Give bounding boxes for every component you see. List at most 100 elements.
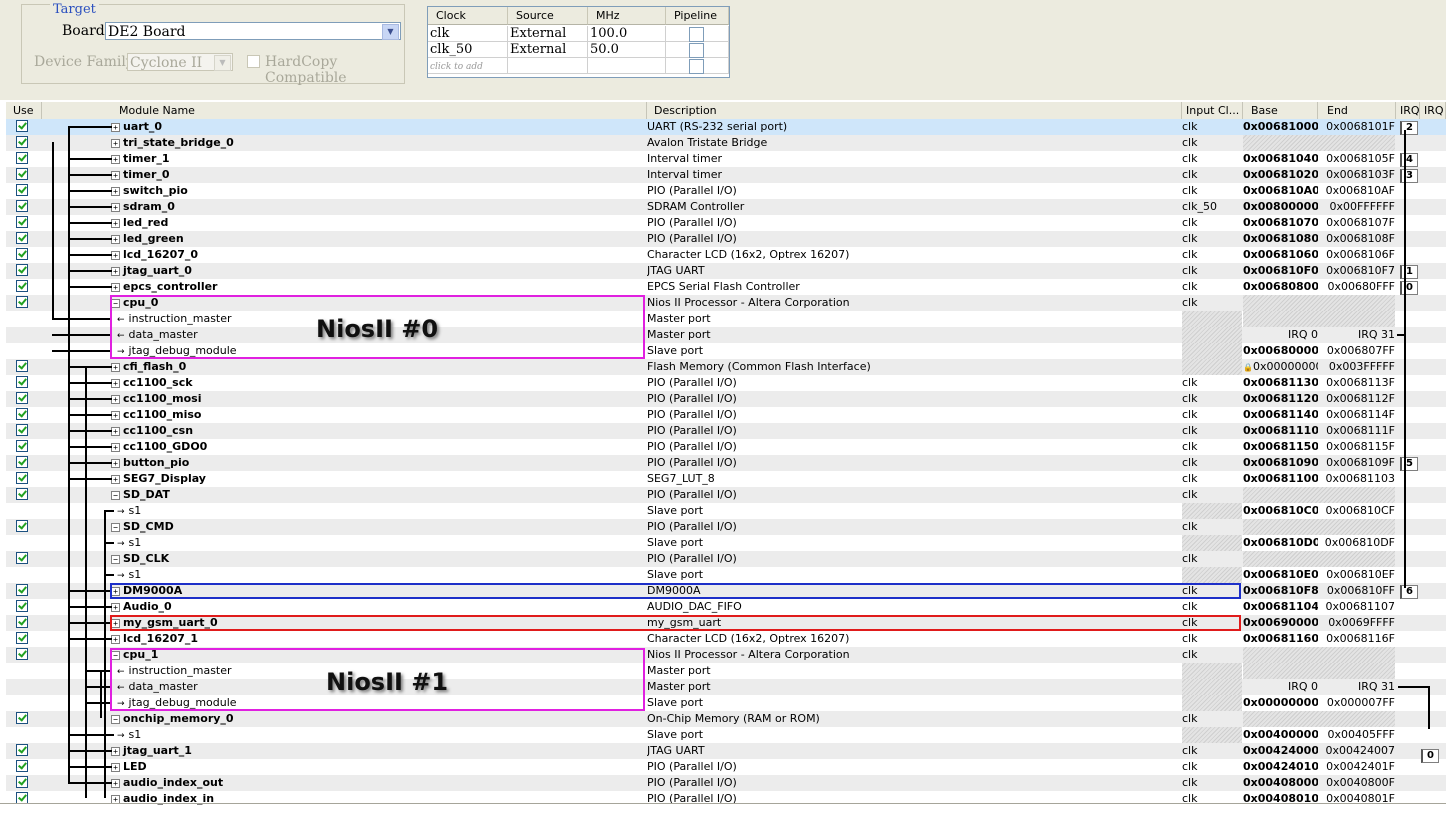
- use-checkbox[interactable]: [16, 392, 28, 404]
- base-address[interactable]: 0x00681120: [1243, 391, 1318, 407]
- input-clock-cell[interactable]: clk: [1182, 711, 1242, 727]
- port-row[interactable]: → s1 Slave port 0x006810C0 0x006810CF: [6, 503, 1446, 519]
- use-checkbox[interactable]: [16, 712, 28, 724]
- expand-icon[interactable]: +: [111, 171, 120, 180]
- irq-cell[interactable]: 3: [1400, 167, 1418, 183]
- use-checkbox[interactable]: [16, 648, 28, 660]
- input-clock-cell[interactable]: clk: [1182, 487, 1242, 503]
- base-address[interactable]: 0x00681040: [1243, 151, 1318, 167]
- use-checkbox[interactable]: [16, 472, 28, 484]
- use-checkbox[interactable]: [16, 184, 28, 196]
- clock-header-clock[interactable]: Clock: [428, 7, 508, 25]
- module-row[interactable]: + lcd_16207_0 Character LCD (16x2, Optrex …: [6, 247, 1446, 263]
- module-row[interactable]: − onchip_memory_0 On-Chip Memory (RAM or R…: [6, 711, 1446, 727]
- pipeline-checkbox[interactable]: [689, 27, 704, 42]
- module-row[interactable]: + led_green PIO (Parallel I/O) clk 0x0068108…: [6, 231, 1446, 247]
- input-clock-cell[interactable]: clk: [1182, 263, 1242, 279]
- use-checkbox[interactable]: [16, 120, 28, 132]
- header-input-clock[interactable]: Input Cl...: [1182, 102, 1243, 119]
- clock-header-mhz[interactable]: MHz: [588, 7, 666, 25]
- collapse-icon[interactable]: −: [111, 523, 120, 532]
- expand-icon[interactable]: +: [111, 379, 120, 388]
- module-row[interactable]: + SEG7_Display SEG7_LUT_8 clk 0x00681100 0x00…: [6, 471, 1446, 487]
- input-clock-cell[interactable]: clk: [1182, 423, 1242, 439]
- header-description[interactable]: Description: [647, 102, 1182, 119]
- input-clock-cell[interactable]: clk: [1182, 759, 1242, 775]
- module-row[interactable]: + led_red PIO (Parallel I/O) clk 0x00681070 0…: [6, 215, 1446, 231]
- use-checkbox[interactable]: [16, 584, 28, 596]
- use-checkbox[interactable]: [16, 440, 28, 452]
- base-address[interactable]: 0x00681000: [1243, 119, 1318, 135]
- use-checkbox[interactable]: [16, 408, 28, 420]
- expand-icon[interactable]: +: [111, 219, 120, 228]
- module-row[interactable]: + button_pio PIO (Parallel I/O) clk 0x006810…: [6, 455, 1446, 471]
- base-address[interactable]: 0x006810E0: [1243, 567, 1318, 583]
- module-row[interactable]: + cc1100_csn PIO (Parallel I/O) clk 0x006811…: [6, 423, 1446, 439]
- module-row[interactable]: + timer_0 Interval timer clk 0x00681020 0x006…: [6, 167, 1446, 183]
- base-address[interactable]: 0x00408010: [1243, 791, 1318, 807]
- base-address[interactable]: IRQ 0: [1243, 679, 1318, 695]
- base-address[interactable]: 0x00424000: [1243, 743, 1318, 759]
- use-checkbox[interactable]: [16, 168, 28, 180]
- base-address[interactable]: 0x00400000: [1243, 727, 1318, 743]
- clock-source-cell[interactable]: External: [508, 26, 588, 42]
- module-row[interactable]: + cc1100_GDO0 PIO (Parallel I/O) clk 0x00681…: [6, 439, 1446, 455]
- input-clock-cell[interactable]: clk: [1182, 279, 1242, 295]
- header-end[interactable]: End: [1318, 102, 1396, 119]
- module-row[interactable]: + timer_1 Interval timer clk 0x00681040 0x006…: [6, 151, 1446, 167]
- base-address[interactable]: 0x00681100: [1243, 471, 1318, 487]
- input-clock-cell[interactable]: clk: [1182, 375, 1242, 391]
- header-base[interactable]: Base: [1243, 102, 1318, 119]
- port-row[interactable]: → s1 Slave port 0x00400000 0x00405FFF: [6, 727, 1446, 743]
- module-row[interactable]: + jtag_uart_0 JTAG UART clk 0x006810F0 0x0068…: [6, 263, 1446, 279]
- base-address[interactable]: 0x00681140: [1243, 407, 1318, 423]
- clock-add-cell[interactable]: click to add: [428, 58, 508, 74]
- base-address[interactable]: IRQ 0: [1243, 327, 1318, 343]
- header-module-name[interactable]: Module Name: [42, 102, 647, 119]
- base-address[interactable]: 0x006810A0: [1243, 183, 1318, 199]
- base-address[interactable]: 0x00681130: [1243, 375, 1318, 391]
- clock-name-cell[interactable]: clk_50: [428, 42, 508, 58]
- irq-cell[interactable]: 6: [1400, 583, 1418, 599]
- use-checkbox[interactable]: [16, 632, 28, 644]
- collapse-icon[interactable]: −: [111, 715, 120, 724]
- input-clock-cell[interactable]: clk_50: [1182, 199, 1242, 215]
- expand-icon[interactable]: +: [111, 747, 120, 756]
- base-address[interactable]: 0x00680800: [1243, 279, 1318, 295]
- expand-icon[interactable]: +: [111, 123, 120, 132]
- base-address[interactable]: 0x00408000: [1243, 775, 1318, 791]
- expand-icon[interactable]: +: [111, 763, 120, 772]
- input-clock-cell[interactable]: clk: [1182, 119, 1242, 135]
- base-address[interactable]: 0x00690000: [1243, 615, 1318, 631]
- base-address[interactable]: 0x00681160: [1243, 631, 1318, 647]
- board-select[interactable]: DE2 Board ▼: [105, 22, 401, 40]
- port-row[interactable]: → s1 Slave port 0x006810E0 0x006810EF: [6, 567, 1446, 583]
- use-checkbox[interactable]: [16, 264, 28, 276]
- module-row[interactable]: − SD_DAT PIO (Parallel I/O) clk: [6, 487, 1446, 503]
- expand-icon[interactable]: +: [111, 251, 120, 260]
- collapse-icon[interactable]: −: [111, 555, 120, 564]
- expand-icon[interactable]: +: [111, 235, 120, 244]
- module-row[interactable]: + tri_state_bridge_0 Avalon Tristate Bridg…: [6, 135, 1446, 151]
- use-checkbox[interactable]: [16, 744, 28, 756]
- use-checkbox[interactable]: [16, 600, 28, 612]
- use-checkbox[interactable]: [16, 248, 28, 260]
- module-row[interactable]: − SD_CMD PIO (Parallel I/O) clk: [6, 519, 1446, 535]
- use-checkbox[interactable]: [16, 280, 28, 292]
- input-clock-cell[interactable]: clk: [1182, 599, 1242, 615]
- base-address[interactable]: 0x00424010: [1243, 759, 1318, 775]
- use-checkbox[interactable]: [16, 296, 28, 308]
- clock-mhz-cell[interactable]: 100.0: [588, 26, 666, 42]
- module-row[interactable]: + Audio_0 AUDIO_DAC_FIFO clk 0x00681104 0x006…: [6, 599, 1446, 615]
- module-row[interactable]: + sdram_0 SDRAM Controller clk_50 0x00800000…: [6, 199, 1446, 215]
- expand-icon[interactable]: +: [111, 187, 120, 196]
- module-row[interactable]: + epcs_controller EPCS Serial Flash Contro…: [6, 279, 1446, 295]
- expand-icon[interactable]: +: [111, 427, 120, 436]
- module-row[interactable]: + LED PIO (Parallel I/O) clk 0x00424010 0x004…: [6, 759, 1446, 775]
- base-address[interactable]: 0x00000000: [1243, 695, 1318, 711]
- expand-icon[interactable]: +: [111, 203, 120, 212]
- input-clock-cell[interactable]: clk: [1182, 775, 1242, 791]
- clock-header-pipeline[interactable]: Pipeline: [666, 7, 729, 25]
- use-checkbox[interactable]: [16, 776, 28, 788]
- expand-icon[interactable]: +: [111, 395, 120, 404]
